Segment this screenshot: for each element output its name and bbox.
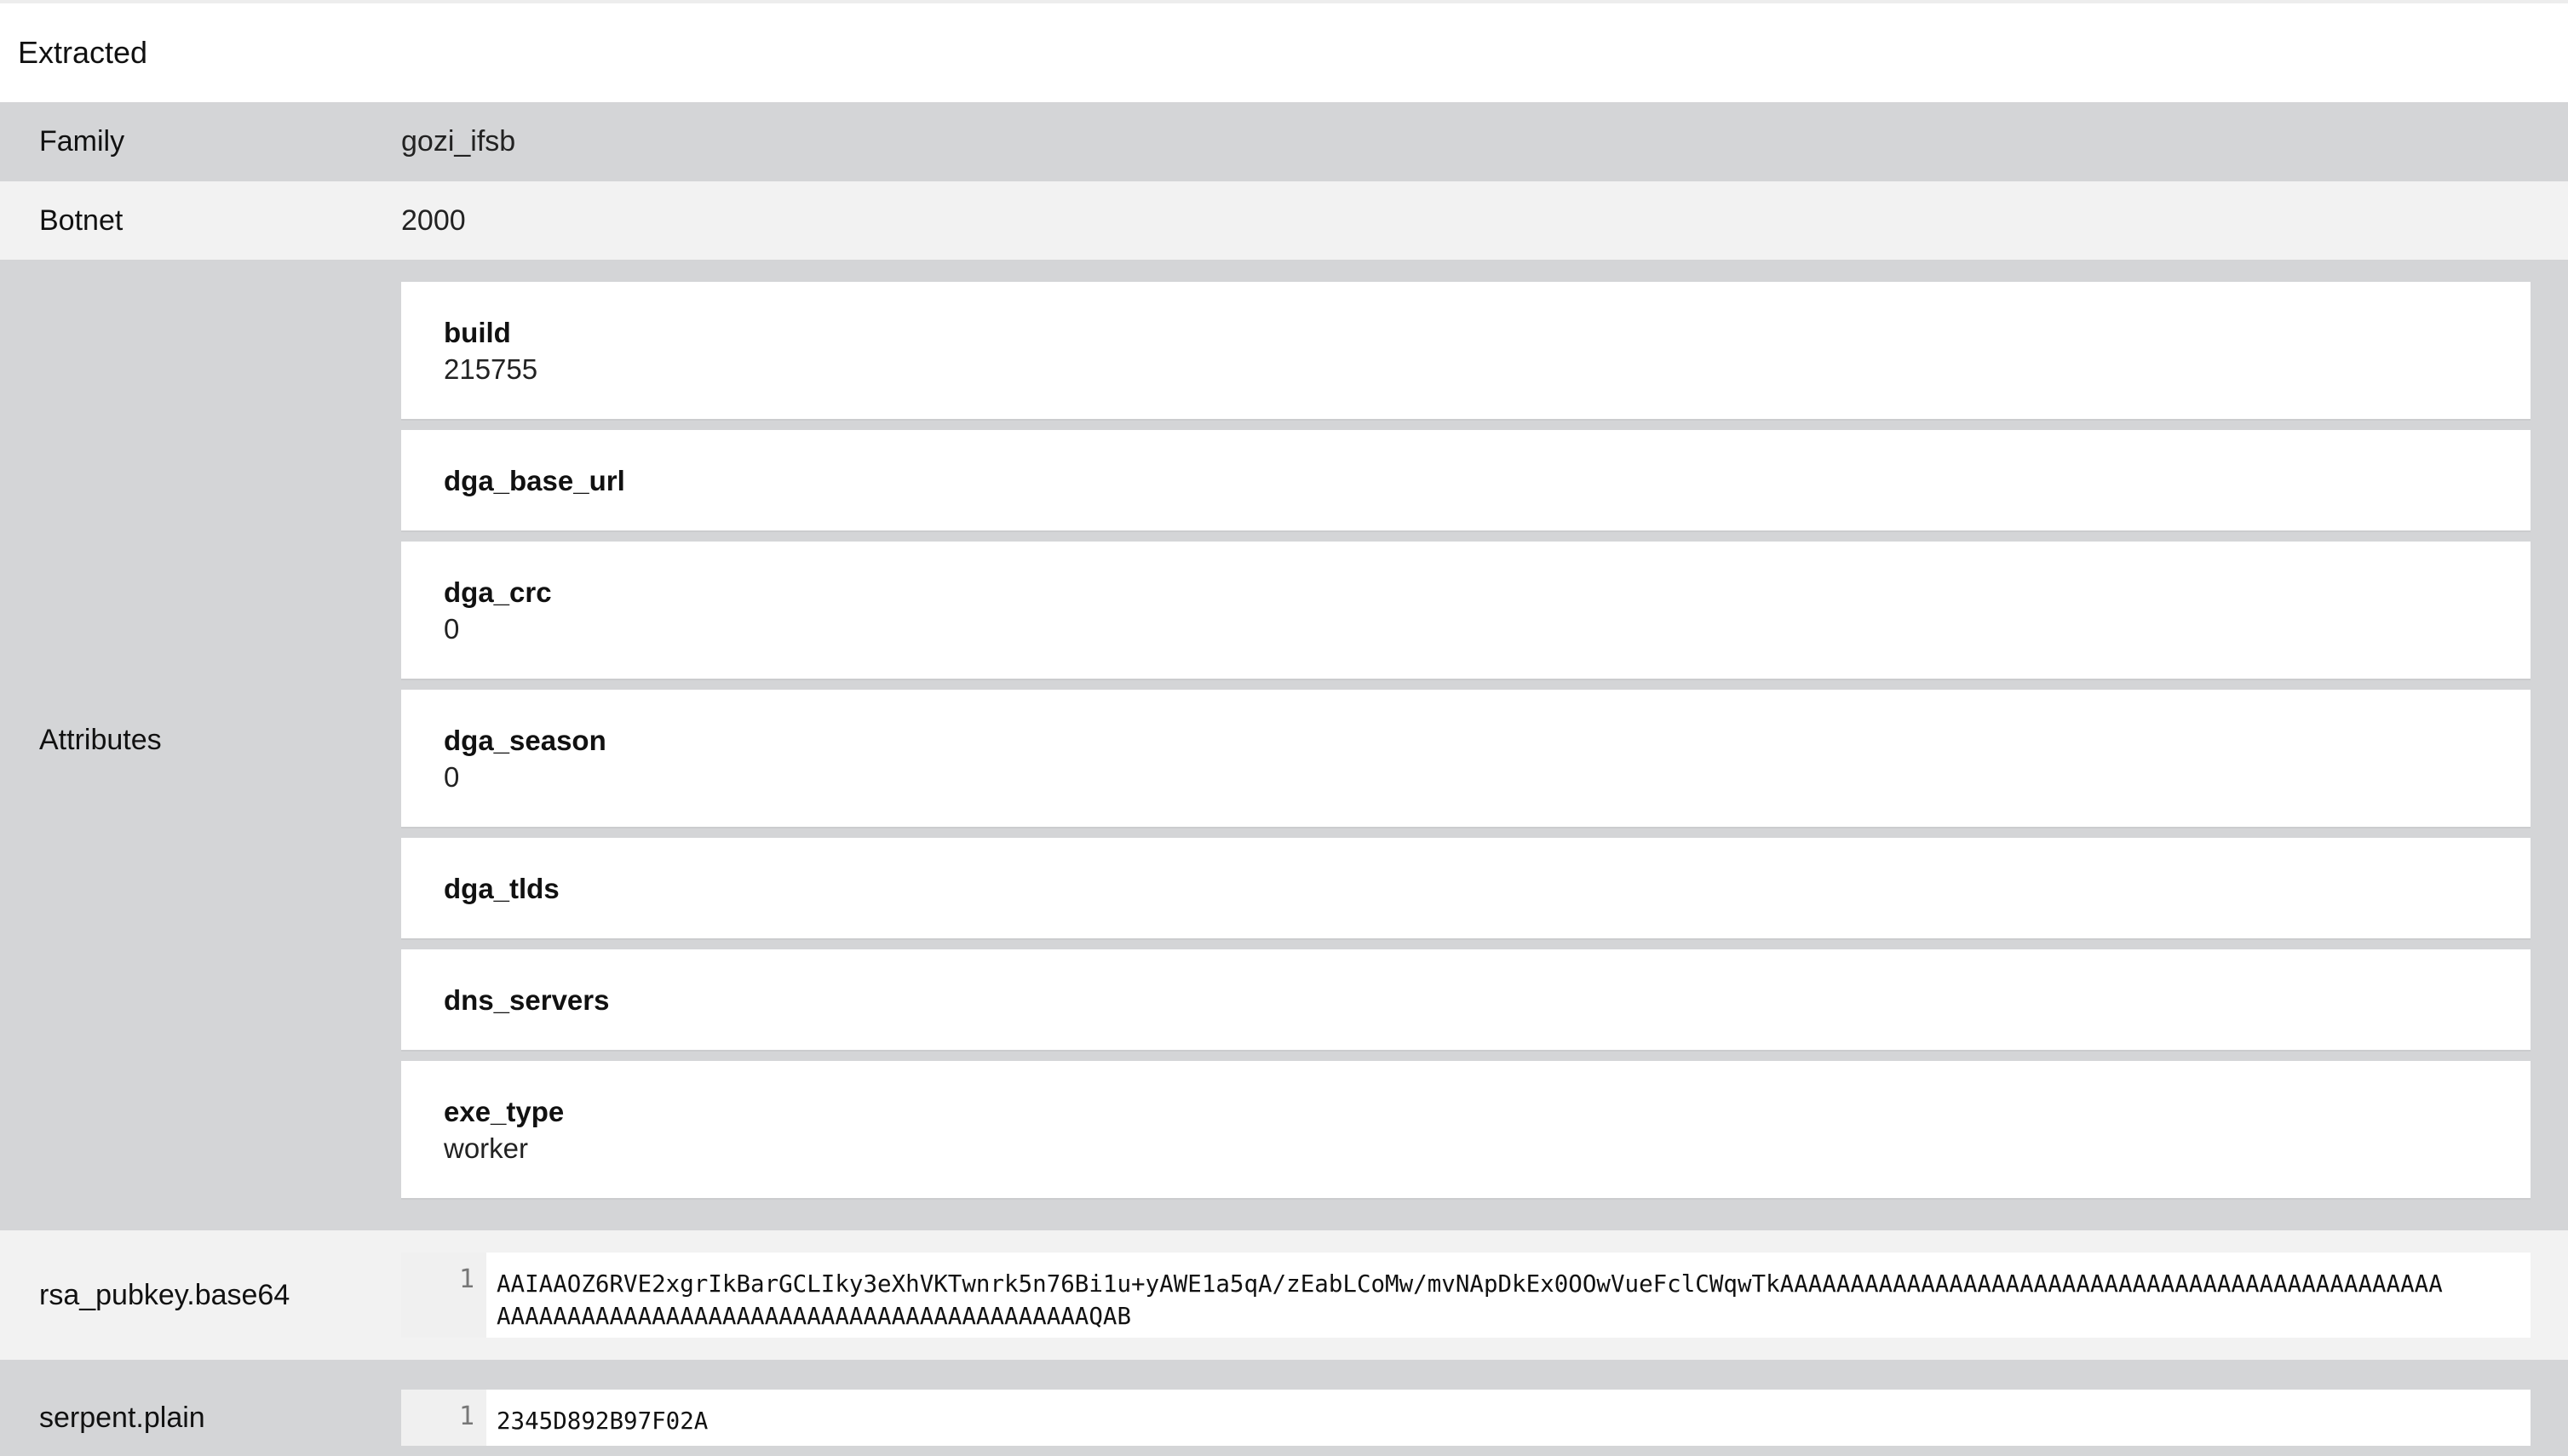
attribute-card-dns-servers: dns_servers	[401, 949, 2531, 1050]
attribute-value: worker	[444, 1132, 529, 1164]
line-number: 1	[401, 1390, 486, 1446]
rsa-pubkey-label: rsa_pubkey.base64	[39, 1278, 290, 1311]
attribute-value: 215755	[444, 353, 538, 385]
attribute-key: dga_tlds	[444, 872, 560, 904]
family-value: gozi_ifsb	[401, 125, 516, 158]
attribute-card-dga-season: dga_season 0	[401, 690, 2531, 827]
serpent-row: serpent.plain 1 2345D892B97F02A	[0, 1360, 2568, 1456]
attribute-key: build	[444, 316, 511, 348]
attributes-row: Attributes build 215755 dga_base_url dga…	[0, 260, 2568, 1230]
botnet-value: 2000	[401, 203, 466, 237]
attribute-key: dga_crc	[444, 576, 552, 608]
code-content[interactable]: AAIAAOZ6RVE2xgrIkBarGCLIky3eXhVKTwnrk5n7…	[486, 1253, 2531, 1338]
section-title: Extracted	[18, 35, 148, 70]
botnet-row: Botnet 2000	[0, 181, 2568, 260]
line-number: 1	[401, 1253, 486, 1338]
botnet-label: Botnet	[39, 203, 124, 237]
attribute-value: 0	[444, 612, 460, 645]
attribute-key: dns_servers	[444, 983, 610, 1016]
attribute-card-dga-crc: dga_crc 0	[401, 542, 2531, 679]
attribute-card-build: build 215755	[401, 282, 2531, 419]
code-content[interactable]: 2345D892B97F02A	[486, 1390, 2531, 1446]
code-line-1: AAIAAOZ6RVE2xgrIkBarGCLIky3eXhVKTwnrk5n7…	[497, 1270, 2443, 1298]
attribute-card-dga-base-url: dga_base_url	[401, 430, 2531, 530]
code-line-2: AAAAAAAAAAAAAAAAAAAAAAAAAAAAAAAAAAAAAAAA…	[497, 1303, 1132, 1330]
attributes-label: Attributes	[39, 723, 162, 756]
rsa-pubkey-code-view[interactable]: 1 AAIAAOZ6RVE2xgrIkBarGCLIky3eXhVKTwnrk5…	[401, 1253, 2531, 1338]
attribute-key: dga_season	[444, 724, 606, 756]
serpent-label: serpent.plain	[39, 1401, 205, 1434]
serpent-code-view[interactable]: 1 2345D892B97F02A	[401, 1390, 2531, 1446]
attribute-key: dga_base_url	[444, 464, 625, 496]
attribute-card-dga-tlds: dga_tlds	[401, 838, 2531, 938]
extracted-page: Extracted Family gozi_ifsb Botnet 2000 A…	[0, 0, 2568, 1456]
rsa-pubkey-row: rsa_pubkey.base64 1 AAIAAOZ6RVE2xgrIkBar…	[0, 1230, 2568, 1360]
attributes-list: build 215755 dga_base_url dga_crc 0 dga_…	[401, 282, 2531, 1198]
section-header: Extracted	[0, 3, 2568, 102]
attribute-key: exe_type	[444, 1095, 565, 1127]
attribute-value: 0	[444, 760, 460, 793]
family-row: Family gozi_ifsb	[0, 102, 2568, 181]
attribute-card-exe-type: exe_type worker	[401, 1061, 2531, 1198]
family-label: Family	[39, 125, 125, 158]
